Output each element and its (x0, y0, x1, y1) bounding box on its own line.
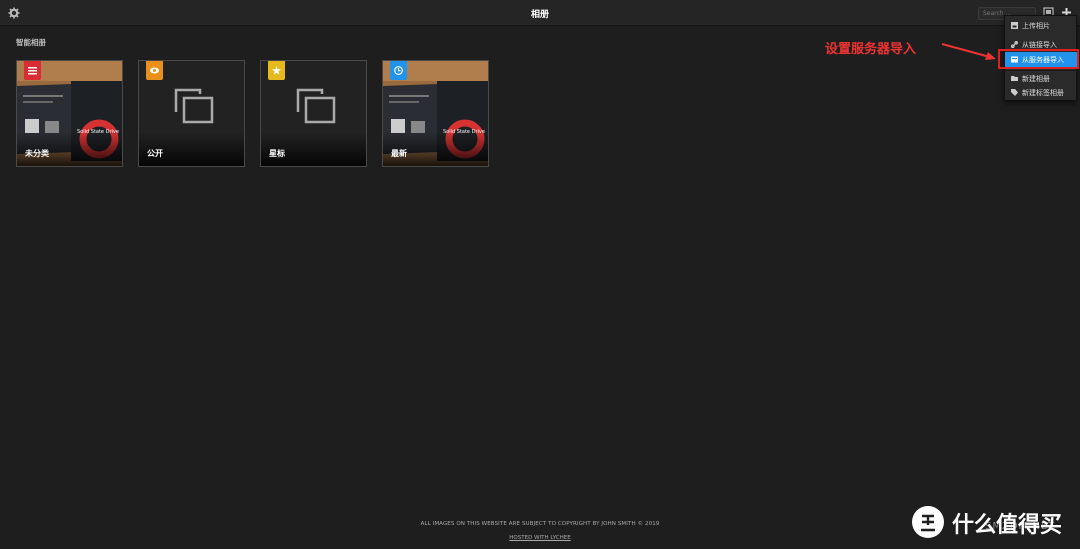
section-title: 智能相册 (16, 38, 46, 47)
album-badge (146, 61, 163, 80)
album-badge (268, 61, 285, 80)
folder-icon (1011, 76, 1018, 81)
tag-icon (1011, 89, 1018, 96)
album-title: 星标 (269, 149, 285, 158)
menu-item-new-tag-album[interactable]: 新建标签相册 (1005, 85, 1078, 100)
album-tile-public[interactable]: 公开 (138, 60, 245, 167)
star-icon (272, 66, 281, 75)
album-badge (24, 61, 41, 80)
menu-item-new-album[interactable]: 新建相册 (1005, 71, 1078, 86)
album-placeholder-icon (296, 88, 336, 124)
album-title: 未分类 (25, 149, 49, 158)
album-badge (390, 61, 407, 80)
album-title: 公开 (147, 149, 163, 158)
eye-icon (150, 67, 159, 74)
album-placeholder-icon (174, 88, 214, 124)
page-title: 相册 (530, 10, 549, 20)
album-tile-unsorted[interactable]: Solid State Drive 未分类 (16, 60, 123, 167)
top-bar: 相册 (0, 0, 1080, 26)
album-title: 最新 (391, 149, 407, 158)
watermark-subtext: SMZDM.NET (985, 521, 1056, 532)
menu-item-label: 上传相片 (1022, 22, 1050, 30)
list-icon (28, 67, 37, 75)
album-tile-starred[interactable]: 星标 (260, 60, 367, 167)
image-icon (1011, 22, 1018, 29)
watermark-logo-icon (912, 506, 944, 538)
annotation-highlight-box (998, 49, 1079, 69)
link-icon (1011, 41, 1018, 48)
menu-item-label: 新建标签相册 (1022, 89, 1064, 97)
annotation-arrow-icon (941, 43, 996, 60)
clock-icon (394, 66, 403, 75)
annotation-label: 设置服务器导入 (825, 42, 917, 57)
album-tile-recent[interactable]: Solid State Drive 最新 (382, 60, 489, 167)
menu-item-label: 新建相册 (1022, 75, 1050, 83)
menu-item-upload-photo[interactable]: 上传相片 (1005, 18, 1078, 33)
